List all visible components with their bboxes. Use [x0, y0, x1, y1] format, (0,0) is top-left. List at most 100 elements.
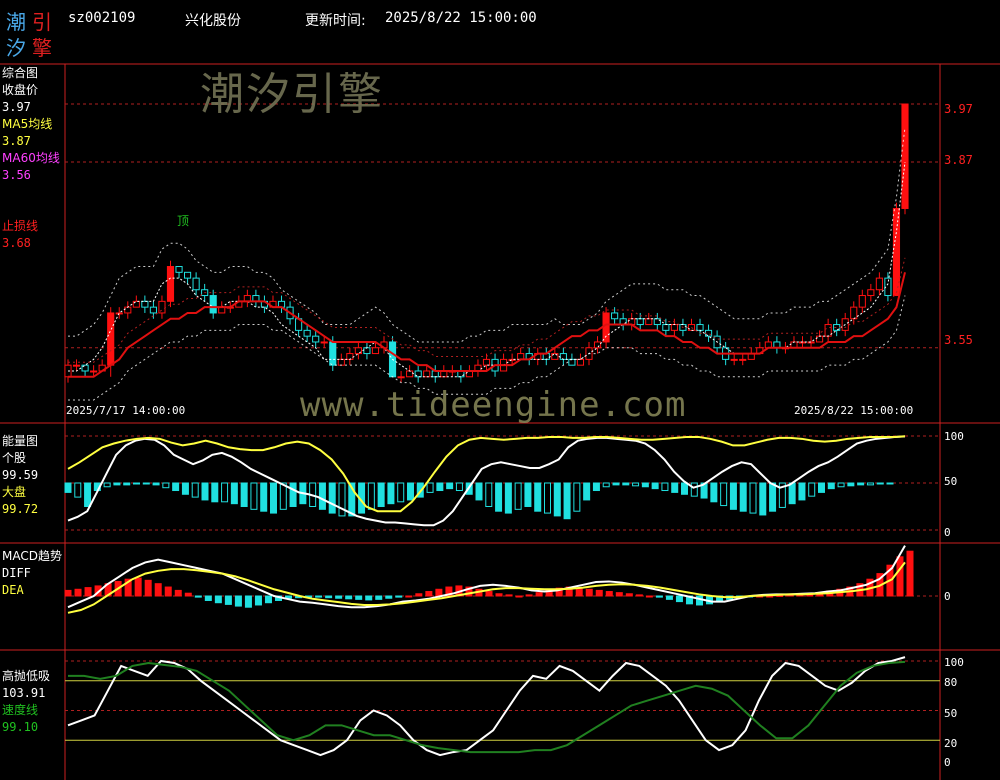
candle-body	[593, 341, 602, 349]
macd-bar	[585, 588, 593, 597]
energy-bar	[64, 482, 72, 493]
candle-body	[107, 312, 115, 366]
energy-bar	[729, 482, 737, 510]
price-label-low: 3.55	[944, 333, 973, 347]
legend-ma5-label: MA5均线	[2, 117, 53, 131]
energy-stock-value: 99.59	[2, 468, 39, 482]
energy-bar	[221, 482, 229, 503]
date-start: 2025/7/17 14:00:00	[66, 404, 186, 417]
energy-bar	[446, 482, 454, 490]
candle-body	[824, 324, 832, 337]
price-label-mid: 3.87	[944, 153, 973, 167]
macd-bar	[675, 595, 683, 603]
highlow-axis-0: 0	[944, 756, 951, 769]
candle-body	[730, 358, 738, 361]
energy-bar	[201, 482, 209, 501]
energy-axis-0: 0	[944, 526, 951, 539]
energy-market-value: 99.72	[2, 502, 39, 516]
panel-macd	[64, 545, 940, 614]
energy-bar	[142, 482, 150, 485]
macd-bar	[485, 591, 493, 597]
macd-axis-0: 0	[944, 590, 951, 603]
energy-bar	[191, 482, 199, 498]
legend-ma60-label: MA60均线	[2, 151, 60, 165]
energy-axis-100: 100	[944, 430, 964, 443]
candle-body	[192, 277, 200, 291]
candle-body	[209, 295, 217, 314]
energy-bar	[651, 482, 659, 490]
energy-bar	[818, 482, 825, 493]
macd-bar	[184, 592, 192, 597]
energy-bar	[671, 482, 679, 493]
energy-bar	[769, 482, 777, 512]
candle-body	[858, 295, 866, 308]
macd-bar	[385, 595, 393, 599]
energy-bar	[113, 482, 121, 486]
macd-bar	[164, 586, 172, 597]
panel-price	[64, 103, 940, 401]
macd-bar	[515, 595, 523, 598]
highlow-axis-100: 100	[944, 656, 964, 669]
energy-bar	[387, 482, 395, 505]
energy-bar	[808, 482, 816, 497]
energy-bar	[612, 482, 620, 486]
legend-ma60-value: 3.56	[2, 168, 31, 182]
energy-bar	[534, 482, 542, 512]
energy-bar	[426, 482, 434, 493]
panel-energy	[64, 435, 940, 531]
energy-bar	[407, 482, 414, 501]
energy-stock-line	[67, 435, 906, 527]
macd-bar	[595, 589, 603, 597]
energy-bar	[74, 482, 82, 498]
energy-stock-label: 个股	[2, 451, 27, 465]
price-label-top: 3.97	[944, 102, 973, 116]
energy-bar	[847, 482, 855, 487]
candle-body	[397, 376, 405, 379]
macd-bar	[315, 595, 323, 598]
watermark-url: www.tideengine.com	[300, 385, 687, 425]
energy-bar	[739, 482, 747, 512]
candle-body	[636, 318, 644, 326]
macd-bar	[605, 591, 613, 597]
candle-body	[901, 103, 909, 209]
macd-bar	[154, 583, 162, 597]
top-marker: 顶	[177, 214, 190, 228]
candle-body	[312, 335, 320, 343]
energy-bar	[788, 482, 796, 505]
energy-bar	[661, 482, 669, 492]
candle-body	[124, 306, 132, 314]
energy-bar	[123, 482, 131, 486]
highlow-value: 103.91	[2, 686, 46, 700]
energy-title: 能量图	[2, 434, 39, 448]
macd-title: MACD趋势	[2, 549, 62, 563]
macd-bar	[325, 595, 333, 599]
energy-bar	[886, 482, 894, 485]
macd-bar	[655, 595, 663, 598]
macd-bar	[615, 592, 623, 597]
energy-bar	[181, 482, 189, 495]
candle-body	[611, 312, 619, 320]
energy-bar	[690, 482, 698, 497]
energy-bar	[583, 482, 591, 501]
candle-body	[875, 277, 883, 291]
energy-bar	[240, 482, 248, 507]
energy-bar	[837, 482, 845, 488]
energy-bar	[289, 482, 297, 507]
candle-body	[670, 324, 678, 331]
highlow-axis-80: 80	[944, 676, 958, 689]
macd-bar	[214, 595, 222, 604]
energy-bar	[133, 482, 140, 485]
macd-bar	[525, 594, 533, 597]
energy-bar	[622, 482, 630, 486]
highlow-axis-50: 50	[944, 707, 958, 720]
energy-bar	[641, 482, 649, 488]
date-end: 2025/8/22 15:00:00	[794, 404, 914, 417]
energy-bar	[798, 482, 806, 501]
legend-stop-value: 3.68	[2, 236, 31, 250]
candle-body	[645, 318, 653, 326]
energy-bar	[318, 482, 326, 510]
candle-body	[166, 266, 175, 302]
energy-bar	[866, 482, 874, 486]
energy-bar	[632, 482, 640, 487]
candle-body	[303, 329, 311, 337]
